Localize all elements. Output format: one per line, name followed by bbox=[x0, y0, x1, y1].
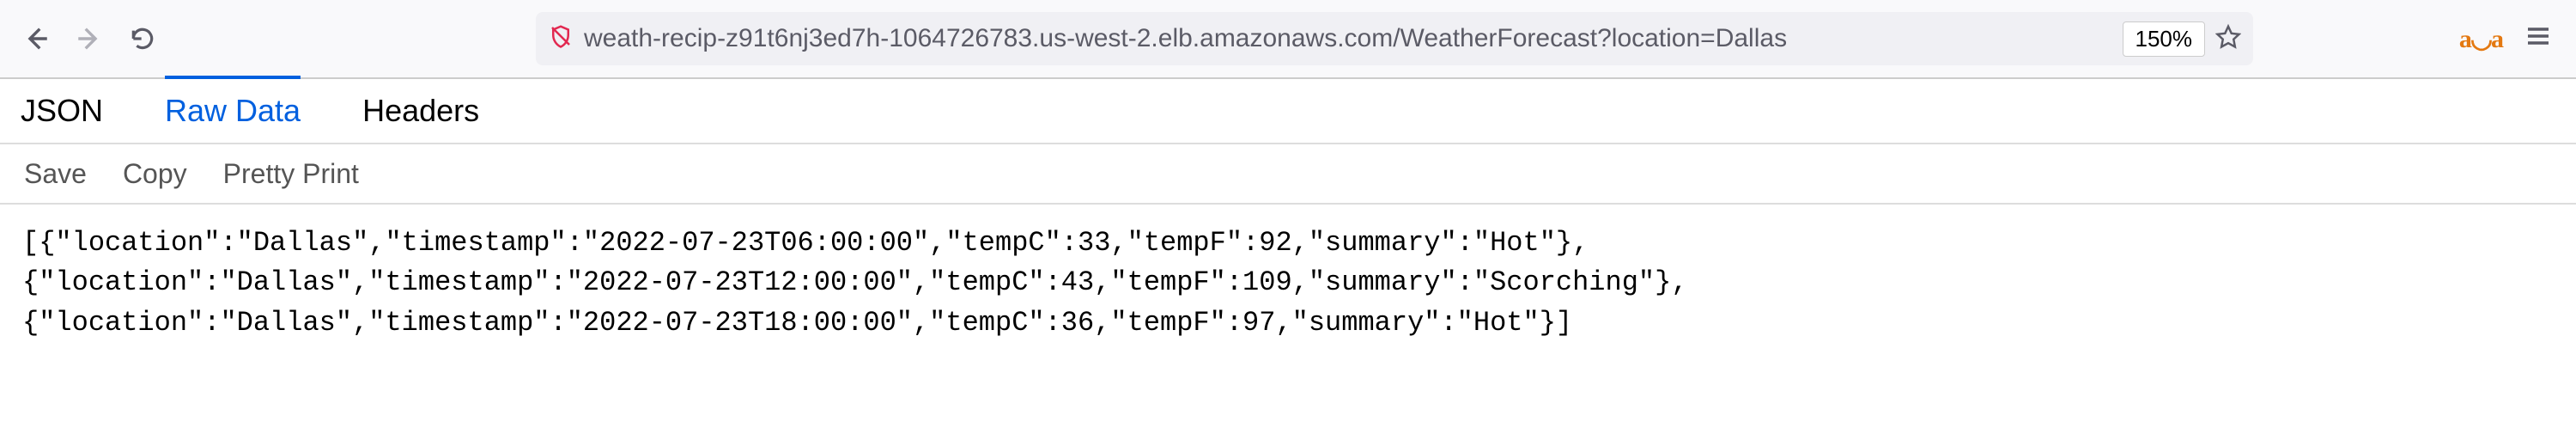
hamburger-icon bbox=[2524, 22, 2552, 50]
pretty-print-button[interactable]: Pretty Print bbox=[223, 158, 359, 190]
save-button[interactable]: Save bbox=[24, 158, 87, 190]
raw-json-content[interactable]: [{"location":"Dallas","timestamp":"2022-… bbox=[0, 205, 2576, 362]
json-viewer-action-bar: Save Copy Pretty Print bbox=[0, 144, 2576, 205]
arrow-right-icon bbox=[75, 24, 104, 53]
extension-icon[interactable]: a◡a bbox=[2459, 24, 2502, 54]
tab-json[interactable]: JSON bbox=[21, 76, 103, 143]
menu-button[interactable] bbox=[2524, 22, 2552, 56]
back-button[interactable] bbox=[15, 18, 57, 59]
bookmark-star-icon[interactable] bbox=[2215, 23, 2241, 55]
toolbar-right-icons: a◡a bbox=[2459, 22, 2561, 56]
json-viewer-tabs: JSON Raw Data Headers bbox=[0, 79, 2576, 144]
reload-button[interactable] bbox=[122, 18, 163, 59]
address-bar[interactable]: weath-recip-z91t6nj3ed7h-1064726783.us-w… bbox=[536, 12, 2253, 65]
shield-off-icon bbox=[548, 23, 574, 55]
tab-headers[interactable]: Headers bbox=[362, 76, 479, 143]
copy-button[interactable]: Copy bbox=[123, 158, 187, 190]
zoom-badge[interactable]: 150% bbox=[2123, 21, 2206, 57]
forward-button[interactable] bbox=[69, 18, 110, 59]
url-text: weath-recip-z91t6nj3ed7h-1064726783.us-w… bbox=[584, 24, 2112, 53]
arrow-left-icon bbox=[21, 24, 51, 53]
browser-toolbar: weath-recip-z91t6nj3ed7h-1064726783.us-w… bbox=[0, 0, 2576, 79]
reload-icon bbox=[129, 25, 156, 52]
tab-raw-data[interactable]: Raw Data bbox=[165, 76, 301, 143]
